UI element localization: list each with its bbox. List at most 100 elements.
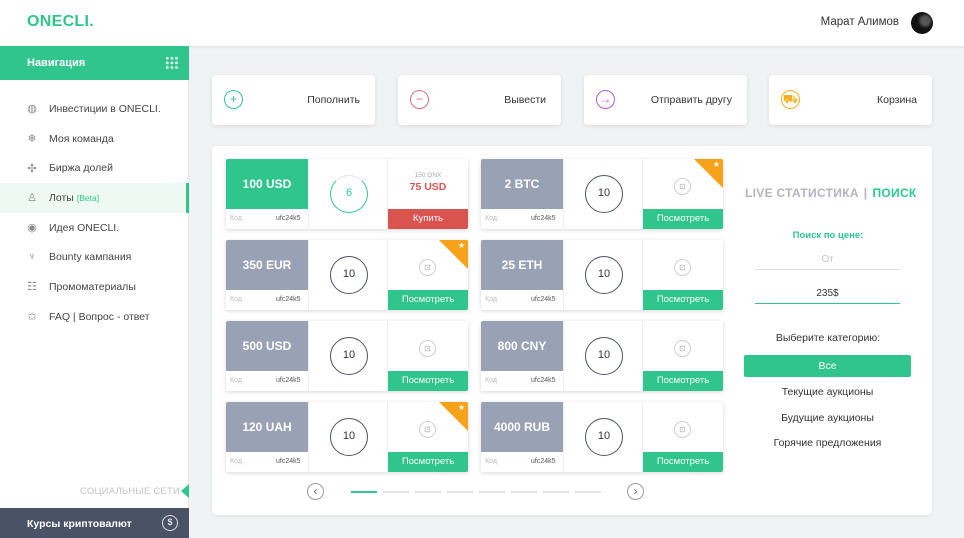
- sidebar-item-label: FAQ | Вопрос - ответ: [49, 310, 150, 323]
- lot-code-label: Код: [485, 215, 497, 222]
- logo[interactable]: ONECLI.: [27, 13, 94, 31]
- sidebar-item[interactable]: ◍ Инвестиции в ONECLI.: [0, 94, 189, 124]
- sidebar-item[interactable]: ♆ Bounty кампания: [0, 242, 189, 272]
- social-toggle-icon[interactable]: [181, 484, 189, 498]
- lot-card: 4000 RUB Код ufc24k5 10 ⊡ Посмотреть: [481, 402, 723, 472]
- sidebar-item[interactable]: ☷ Промоматериалы: [0, 272, 189, 302]
- beta-badge: [Beta]: [76, 192, 100, 203]
- lot-count-section: 6: [308, 159, 388, 229]
- action-card[interactable]: + Пополнить: [212, 75, 375, 125]
- lock-icon: ⊡: [674, 340, 691, 357]
- tab-search[interactable]: ПОИСК: [872, 186, 916, 200]
- lot-count-circle: 10: [585, 337, 623, 375]
- category-option[interactable]: Текущие аукционы: [744, 381, 911, 403]
- price-search-label: Поиск по цене:: [792, 230, 864, 241]
- lock-icon: ⊡: [419, 421, 436, 438]
- tab-separator: |: [863, 186, 868, 200]
- pager-page[interactable]: [543, 491, 569, 493]
- lot-amount: 120 UAH: [226, 402, 308, 452]
- sidebar-item[interactable]: ❄ Моя команда: [0, 124, 189, 154]
- view-button[interactable]: Посмотреть: [643, 209, 723, 229]
- view-button[interactable]: Посмотреть: [388, 290, 468, 310]
- cart-icon: ⛟: [781, 90, 800, 109]
- category-option[interactable]: Все: [744, 355, 911, 377]
- sidebar-item-label: Моя команда: [49, 132, 114, 145]
- lot-code: ufc24k5: [531, 296, 556, 303]
- sidebar-item[interactable]: ✩ FAQ | Вопрос - ответ: [0, 302, 189, 332]
- pager-page[interactable]: [383, 491, 409, 493]
- lot-count-circle: 10: [585, 418, 623, 456]
- pager-page[interactable]: [351, 491, 377, 493]
- lot-code: ufc24k5: [276, 377, 301, 384]
- lot-code-label: Код: [230, 296, 242, 303]
- sidebar-item[interactable]: ♙ Лоты [Beta]: [0, 183, 189, 213]
- sidebar-item-label: Идея ONECLI.: [49, 221, 120, 234]
- action-card[interactable]: ⛟ Корзина: [769, 75, 932, 125]
- new-price: 75 USD: [409, 181, 447, 193]
- view-button[interactable]: Посмотреть: [388, 371, 468, 391]
- lot-code-label: Код: [230, 215, 242, 222]
- lock-icon: ⊡: [419, 340, 436, 357]
- buy-button[interactable]: Купить: [388, 209, 468, 229]
- grid-icon[interactable]: [165, 56, 179, 70]
- pager-page[interactable]: [415, 491, 441, 493]
- star-icon: ★: [712, 160, 720, 169]
- action-label: Корзина: [877, 94, 917, 106]
- price-from-input[interactable]: [755, 250, 900, 270]
- action-card[interactable]: − Вывести: [398, 75, 561, 125]
- sidebar-item-label: Промоматериалы: [49, 280, 136, 293]
- pager-next-icon[interactable]: ›: [627, 483, 644, 500]
- bounty-icon: ♆: [27, 251, 37, 264]
- lot-count-section: 10: [563, 240, 643, 310]
- category-option[interactable]: Будущие аукционы: [744, 407, 911, 429]
- user-name[interactable]: Марат Алимов: [821, 16, 899, 28]
- lot-count-section: 10: [563, 321, 643, 391]
- lot-count-circle: 10: [330, 337, 368, 375]
- lot-action-section: ⊡ Посмотреть: [643, 402, 723, 472]
- lot-card: 100 USD Код ufc24k5 6 150 ONX 75 USD Купить: [226, 159, 468, 229]
- lot-action-section: ⊡ Посмотреть: [643, 240, 723, 310]
- tab-live-stats[interactable]: LIVE СТАТИСТИКА: [745, 186, 859, 200]
- view-button[interactable]: Посмотреть: [388, 452, 468, 472]
- action-card[interactable]: → Отправить другу: [584, 75, 747, 125]
- lot-action-section: ⊡ Посмотреть: [388, 321, 468, 391]
- sidebar: Навигация ◍ Инвестиции в ONECLI. ❄ Моя кома…: [0, 46, 189, 538]
- pager-page[interactable]: [479, 491, 505, 493]
- view-button[interactable]: Посмотреть: [643, 290, 723, 310]
- category-option[interactable]: Горячие предложения: [744, 432, 911, 454]
- star-icon: ★: [457, 241, 465, 250]
- minus-icon: −: [410, 90, 429, 109]
- pager-page[interactable]: [447, 491, 473, 493]
- lot-amount: 25 ETH: [481, 240, 563, 290]
- lot-amount: 500 USD: [226, 321, 308, 371]
- action-label: Пополнить: [307, 94, 360, 106]
- pager-page[interactable]: [511, 491, 537, 493]
- lot-amount: 800 CNY: [481, 321, 563, 371]
- sidebar-item-label: Биржа долей: [49, 162, 113, 175]
- view-button[interactable]: Посмотреть: [643, 371, 723, 391]
- lot-count-section: 10: [563, 402, 643, 472]
- lot-card: 25 ETH Код ufc24k5 10 ⊡ Посмотреть: [481, 240, 723, 310]
- lot-amount: 100 USD: [226, 159, 308, 209]
- category-label: Выберите категорию:: [775, 332, 881, 344]
- sidebar-item[interactable]: ✣ Биржа долей: [0, 153, 189, 183]
- lot-amount: 2 BTC: [481, 159, 563, 209]
- social-label[interactable]: СОЦИАЛЬНЫЕ СЕТИ: [80, 486, 180, 497]
- pager-prev-icon[interactable]: ‹: [307, 483, 324, 500]
- sidebar-item-label: Bounty кампания: [49, 251, 132, 264]
- nav-header-label: Навигация: [27, 57, 86, 69]
- view-button[interactable]: Посмотреть: [643, 452, 723, 472]
- user-avatar[interactable]: [911, 12, 933, 34]
- stats-title: LIVE СТАТИСТИКА | ПОИСК: [745, 186, 917, 200]
- crypto-rates-bar[interactable]: Курсы криптовалют $: [0, 508, 189, 538]
- lot-code-label: Код: [485, 377, 497, 384]
- lock-icon: ⊡: [419, 259, 436, 276]
- lot-action-section: 150 ONX 75 USD Купить: [388, 159, 468, 229]
- sidebar-item[interactable]: ◉ Идея ONECLI.: [0, 213, 189, 243]
- price-to-input[interactable]: [755, 284, 900, 304]
- lot-count-circle: 10: [330, 256, 368, 294]
- star-icon: ★: [457, 403, 465, 412]
- crypto-rates-label: Курсы криптовалют: [27, 518, 132, 530]
- pager-page[interactable]: [575, 491, 601, 493]
- lot-count-section: 10: [308, 321, 388, 391]
